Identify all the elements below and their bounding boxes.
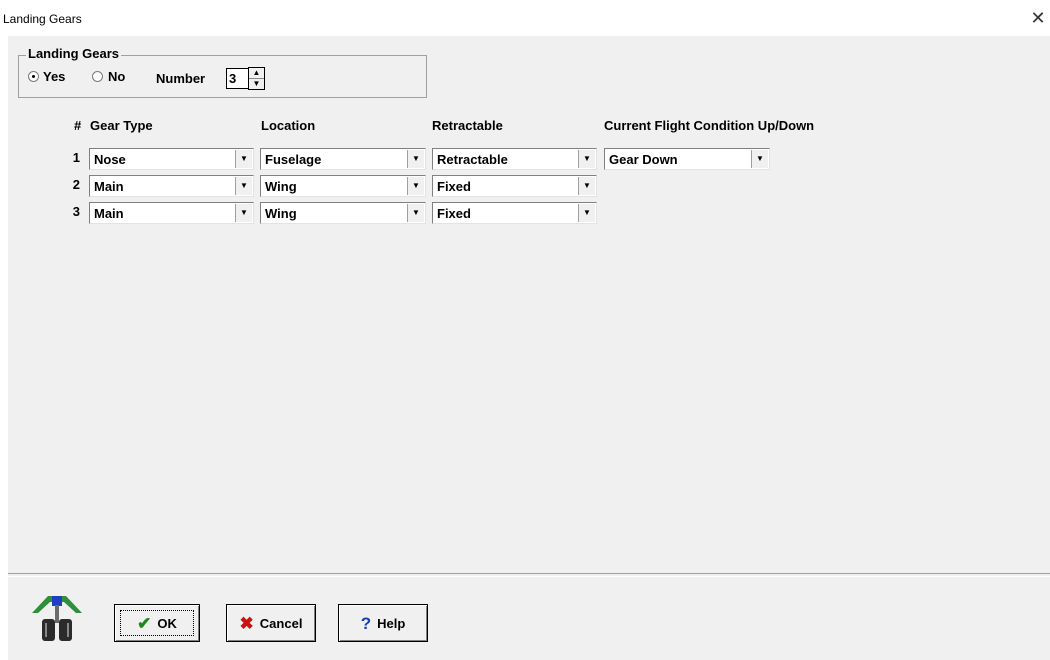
- ok-button[interactable]: ✔ OK: [114, 604, 200, 642]
- help-button[interactable]: ? Help: [338, 604, 428, 642]
- gear-type-dropdown[interactable]: Nose ▼: [89, 148, 254, 170]
- logo-tread-left: [45, 623, 47, 637]
- chevron-down-icon[interactable]: ▼: [407, 204, 424, 222]
- focus-ring: [115, 605, 199, 641]
- red-x-icon: ✖: [239, 613, 254, 633]
- chevron-down-icon[interactable]: ▼: [578, 150, 595, 168]
- location-dropdown[interactable]: Wing ▼: [260, 175, 426, 197]
- window-left-edge: [0, 36, 8, 660]
- cancel-label: Cancel: [259, 615, 303, 631]
- retractable-value: Fixed: [437, 179, 471, 194]
- chevron-down-icon[interactable]: ▼: [235, 204, 252, 222]
- landing-gears-group-label: Landing Gears: [26, 46, 122, 61]
- location-dropdown[interactable]: Fuselage ▼: [260, 148, 426, 170]
- flight-condition-dropdown[interactable]: Gear Down ▼: [604, 148, 770, 170]
- row-number: 2: [72, 177, 80, 192]
- chevron-down-icon[interactable]: ▼: [578, 204, 595, 222]
- header-num: #: [74, 118, 82, 133]
- yes-label[interactable]: Yes: [43, 69, 65, 84]
- spin-up-icon[interactable]: ▲: [249, 68, 264, 79]
- gear-type-value: Main: [94, 179, 124, 194]
- landing-gears-groupbox: [18, 55, 427, 98]
- title-bar: Landing Gears ✕: [0, 0, 1050, 36]
- retractable-value: Retractable: [437, 152, 508, 167]
- yes-radio[interactable]: [28, 71, 39, 82]
- header-gear-type: Gear Type: [90, 118, 153, 133]
- logo-tread-right: [67, 623, 69, 637]
- logo-strut-top: [52, 596, 62, 606]
- close-icon[interactable]: ✕: [1028, 8, 1048, 28]
- chevron-down-icon[interactable]: ▼: [751, 150, 768, 168]
- number-input[interactable]: 3: [226, 68, 250, 89]
- radio-selected-dot: [32, 75, 35, 78]
- retractable-dropdown[interactable]: Fixed ▼: [432, 202, 597, 224]
- footer-separator: [8, 573, 1050, 577]
- row-number: 1: [72, 150, 80, 165]
- retractable-dropdown[interactable]: Retractable ▼: [432, 148, 597, 170]
- number-label: Number: [156, 71, 206, 86]
- logo-strut: [55, 605, 59, 623]
- number-spinner[interactable]: ▲ ▼: [248, 67, 265, 90]
- header-retractable: Retractable: [432, 118, 503, 133]
- chevron-down-icon[interactable]: ▼: [578, 177, 595, 195]
- spin-down-icon[interactable]: ▼: [249, 79, 264, 89]
- location-value: Fuselage: [265, 152, 322, 167]
- flight-condition-value: Gear Down: [609, 152, 678, 167]
- chevron-down-icon[interactable]: ▼: [235, 150, 252, 168]
- window-title: Landing Gears: [3, 12, 82, 26]
- chevron-down-icon[interactable]: ▼: [407, 177, 424, 195]
- location-value: Wing: [265, 206, 297, 221]
- help-label: Help: [377, 615, 406, 631]
- cancel-button[interactable]: ✖ Cancel: [226, 604, 316, 642]
- gear-type-dropdown[interactable]: Main ▼: [89, 175, 254, 197]
- header-flight-condition: Current Flight Condition Up/Down: [604, 118, 815, 133]
- logo-wheel-left: [42, 619, 55, 641]
- question-icon: ?: [360, 613, 372, 633]
- no-radio[interactable]: [92, 71, 103, 82]
- no-label[interactable]: No: [108, 69, 125, 84]
- location-value: Wing: [265, 179, 297, 194]
- header-location: Location: [261, 118, 316, 133]
- retractable-value: Fixed: [437, 206, 471, 221]
- landing-gear-logo-icon: [32, 596, 82, 641]
- logo-wheel-right: [59, 619, 72, 641]
- location-dropdown[interactable]: Wing ▼: [260, 202, 426, 224]
- gear-type-dropdown[interactable]: Main ▼: [89, 202, 254, 224]
- gear-type-value: Main: [94, 206, 124, 221]
- chevron-down-icon[interactable]: ▼: [235, 177, 252, 195]
- retractable-dropdown[interactable]: Fixed ▼: [432, 175, 597, 197]
- gear-type-value: Nose: [94, 152, 126, 167]
- row-number: 3: [72, 204, 80, 219]
- chevron-down-icon[interactable]: ▼: [407, 150, 424, 168]
